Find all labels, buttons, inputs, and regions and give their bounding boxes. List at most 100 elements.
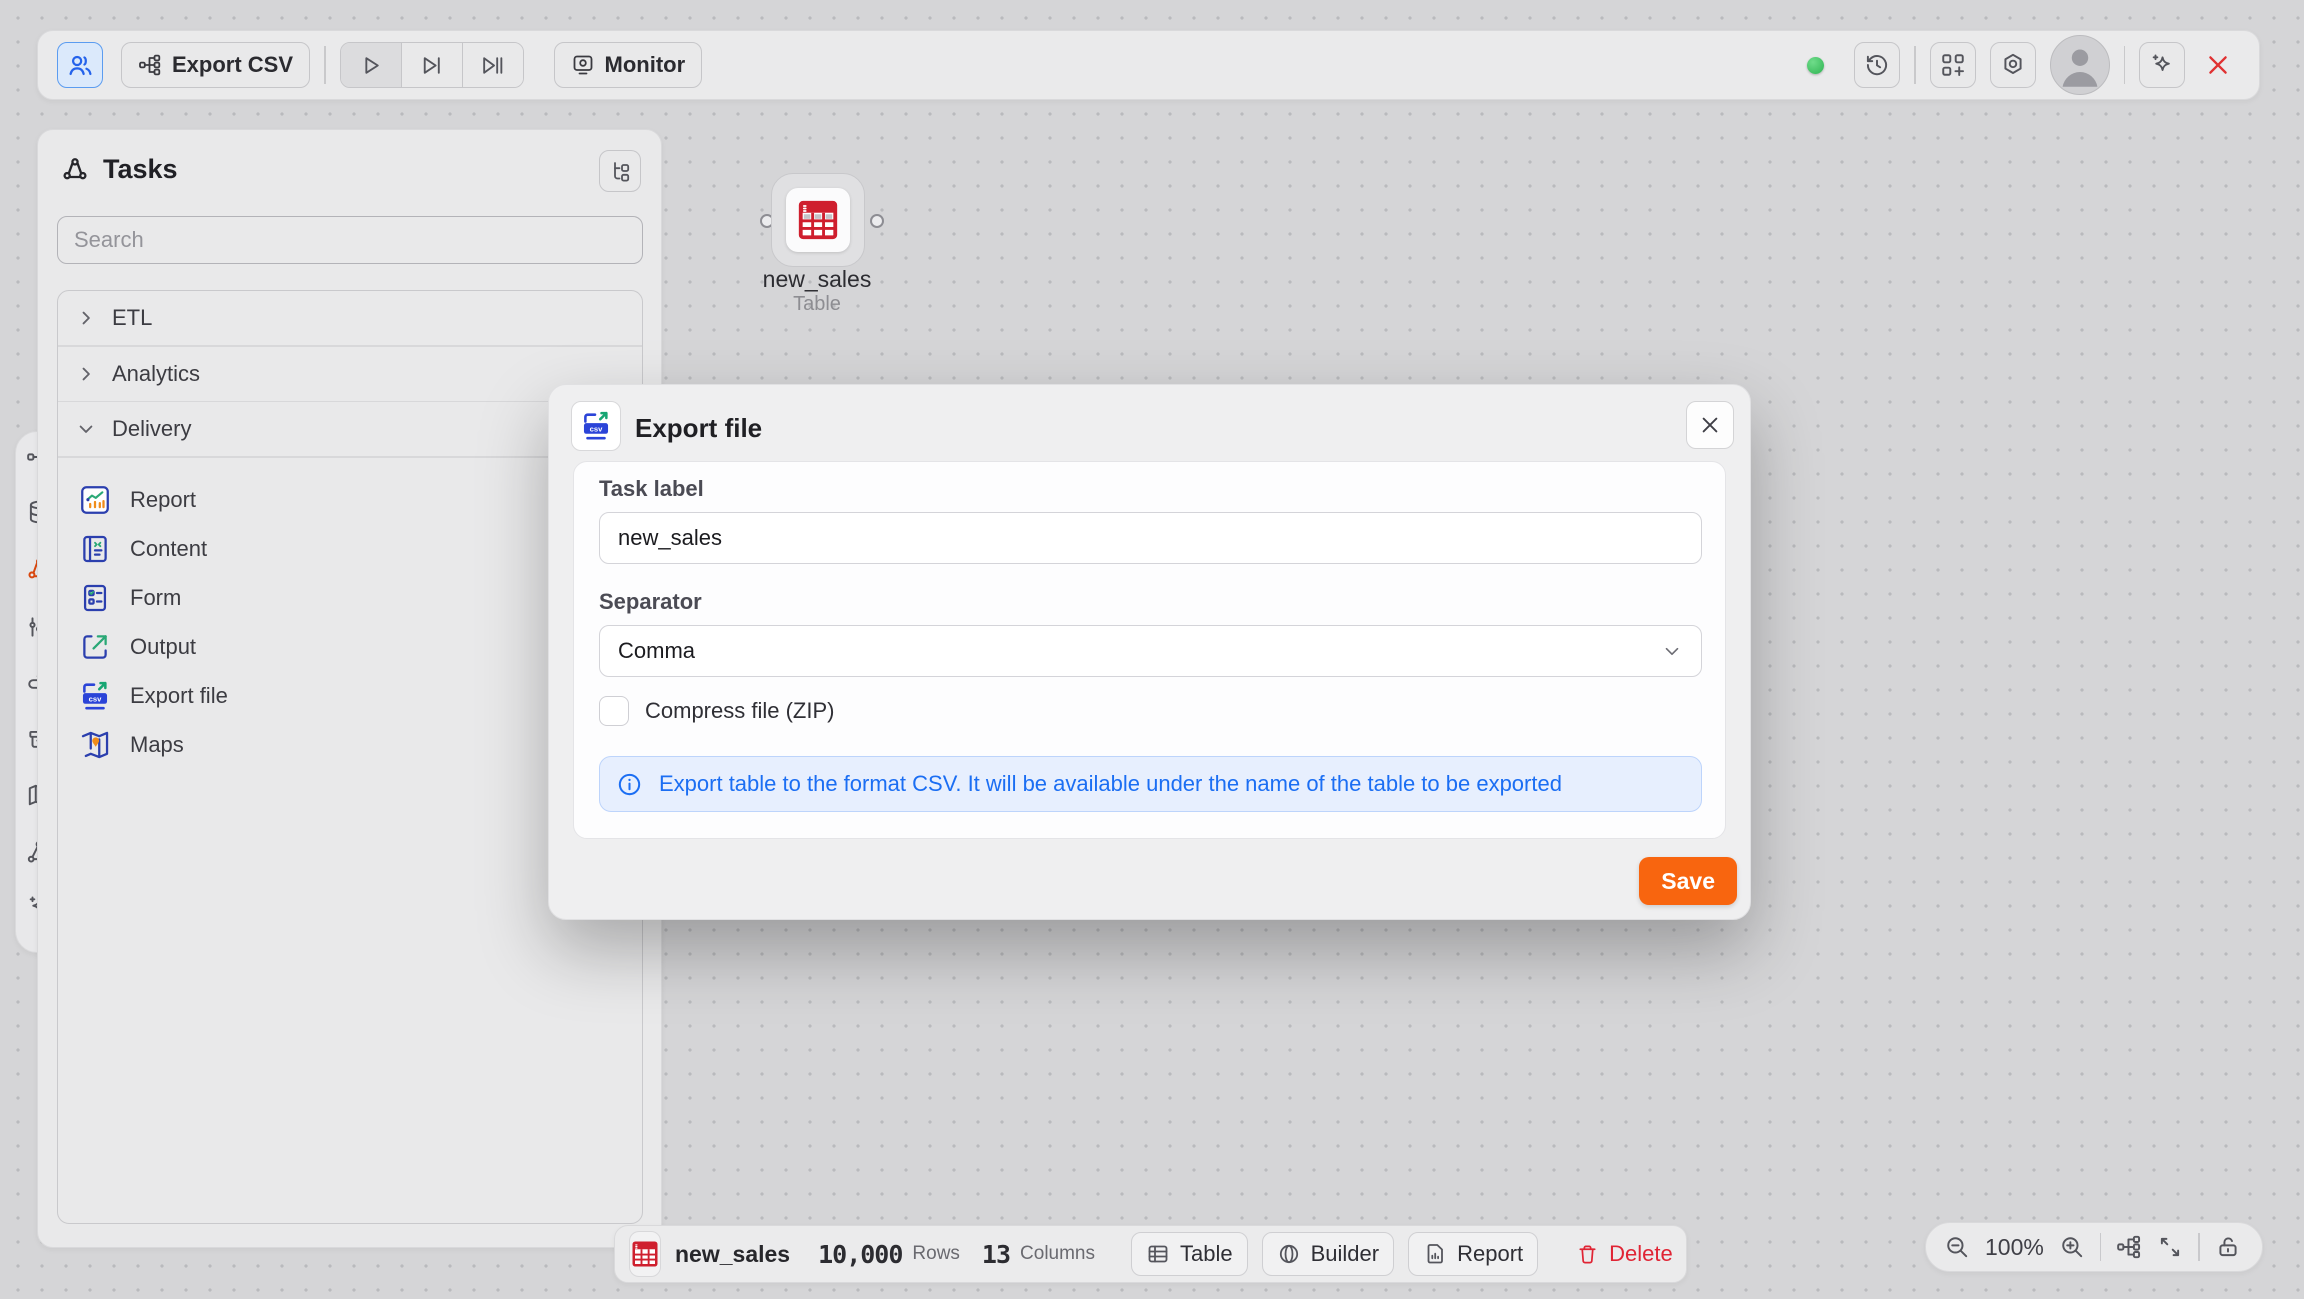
- settings-button[interactable]: [1990, 42, 2036, 88]
- zoom-level: 100%: [1985, 1234, 2044, 1261]
- ai-assistant-button[interactable]: [2139, 42, 2185, 88]
- search-input[interactable]: [57, 216, 643, 264]
- node-title: new_sales: [717, 266, 917, 293]
- save-button[interactable]: Save: [1639, 857, 1737, 905]
- tasks-header: Tasks: [61, 154, 178, 185]
- delete-button[interactable]: Delete: [1566, 1241, 1683, 1267]
- monitor-icon: [571, 53, 595, 77]
- compress-checkbox[interactable]: [599, 696, 629, 726]
- history-icon: [1864, 52, 1890, 78]
- widgets-button[interactable]: [1930, 42, 1976, 88]
- task-label-label: Task label: [599, 476, 704, 502]
- lock-icon[interactable]: [2215, 1234, 2241, 1260]
- node-output-port[interactable]: [870, 214, 884, 228]
- play-icon: [358, 53, 383, 78]
- content-icon: [78, 532, 112, 566]
- columns-unit: Columns: [1020, 1243, 1095, 1265]
- chevron-right-icon: [76, 308, 96, 328]
- maps-icon: [78, 728, 112, 762]
- info-text: Export table to the format CSV. It will …: [659, 771, 1562, 797]
- info-icon: [616, 771, 643, 798]
- report-icon: [78, 483, 112, 517]
- export-csv-button[interactable]: Export CSV: [121, 42, 310, 88]
- auto-layout-icon[interactable]: [2116, 1234, 2142, 1260]
- report-view-button[interactable]: Report: [1408, 1232, 1538, 1276]
- task-item-label: Output: [130, 634, 196, 660]
- modal-title: Export file: [635, 413, 762, 444]
- table-chip: [629, 1231, 661, 1277]
- chevron-right-icon: [76, 364, 96, 384]
- tree-group-label: ETL: [112, 305, 152, 331]
- bottom-table-bar: new_sales 10,000 Rows 13 Columns Table B…: [614, 1225, 1687, 1283]
- users-icon: [67, 52, 94, 79]
- modal-form-card: Task label Separator Comma Compress file…: [573, 461, 1726, 839]
- grid-plus-icon: [1940, 52, 1966, 78]
- tasks-cluster-icon: [61, 156, 89, 184]
- output-icon: [78, 630, 112, 664]
- run-next-button[interactable]: [401, 43, 462, 87]
- toolbar-divider: [2124, 46, 2126, 84]
- users-button[interactable]: [57, 42, 103, 88]
- task-item-label: Report: [130, 487, 196, 513]
- person-icon: [2051, 36, 2109, 94]
- info-banner: Export table to the format CSV. It will …: [599, 756, 1702, 812]
- chevron-down-icon: [1661, 640, 1683, 662]
- tasks-panel-title: Tasks: [103, 154, 178, 185]
- svg-text:csv: csv: [89, 695, 102, 704]
- pill-divider: [2198, 1233, 2200, 1261]
- table-view-button[interactable]: Table: [1131, 1232, 1248, 1276]
- svg-text:csv: csv: [590, 425, 603, 434]
- status-indicator-dot: [1807, 57, 1824, 74]
- chevron-down-icon: [76, 419, 96, 439]
- zoom-in-icon[interactable]: [2059, 1234, 2085, 1260]
- run-controls: [340, 42, 524, 88]
- tree-group-label: Analytics: [112, 361, 200, 387]
- tree-view-toggle-button[interactable]: [599, 150, 641, 192]
- toolbar-divider: [324, 46, 326, 84]
- modal-csv-icon-box: csv: [571, 401, 621, 451]
- separator-select[interactable]: Comma: [599, 625, 1702, 677]
- table-red-icon: [795, 197, 841, 243]
- monitor-button[interactable]: Monitor: [554, 42, 703, 88]
- trash-icon: [1576, 1243, 1599, 1266]
- compress-checkbox-label: Compress file (ZIP): [645, 698, 834, 724]
- play-next-icon: [419, 53, 444, 78]
- close-icon: [1699, 414, 1721, 436]
- export-csv-label: Export CSV: [172, 52, 293, 78]
- task-item-label: Form: [130, 585, 181, 611]
- rows-unit: Rows: [912, 1243, 960, 1265]
- monitor-label: Monitor: [605, 52, 686, 78]
- builder-view-label: Builder: [1311, 1241, 1379, 1267]
- compress-checkbox-row[interactable]: Compress file (ZIP): [599, 696, 834, 726]
- form-icon: [78, 581, 112, 615]
- app-canvas: Export CSV Monitor: [0, 0, 2304, 1299]
- pill-divider: [2100, 1233, 2102, 1261]
- gear-icon: [2000, 52, 2026, 78]
- columns-count: 13: [982, 1240, 1010, 1269]
- report-doc-icon: [1423, 1242, 1447, 1266]
- top-toolbar: Export CSV Monitor: [37, 30, 2260, 100]
- zoom-out-icon[interactable]: [1944, 1234, 1970, 1260]
- current-table-name: new_sales: [675, 1241, 790, 1268]
- task-item-label: Content: [130, 536, 207, 562]
- run-pause-button[interactable]: [462, 43, 523, 87]
- fit-view-icon[interactable]: [2157, 1234, 2183, 1260]
- close-icon[interactable]: [2205, 52, 2231, 78]
- table-icon: [1146, 1242, 1170, 1266]
- toolbar-divider: [1914, 46, 1916, 84]
- tree-view-icon: [608, 159, 632, 183]
- run-button[interactable]: [341, 43, 401, 87]
- rows-count: 10,000: [818, 1240, 902, 1269]
- avatar[interactable]: [2050, 35, 2110, 95]
- sparkles-icon: [2149, 52, 2175, 78]
- modal-close-button[interactable]: [1686, 401, 1734, 449]
- table-node-inner: [786, 188, 850, 252]
- table-red-icon: [630, 1239, 660, 1269]
- task-label-input[interactable]: [599, 512, 1702, 564]
- tree-group-etl[interactable]: ETL: [58, 291, 642, 345]
- builder-view-button[interactable]: Builder: [1262, 1232, 1394, 1276]
- node-subtitle: Table: [717, 293, 917, 316]
- table-node[interactable]: [771, 173, 865, 267]
- toolbar-right-group: [1807, 35, 2231, 95]
- history-button[interactable]: [1854, 42, 1900, 88]
